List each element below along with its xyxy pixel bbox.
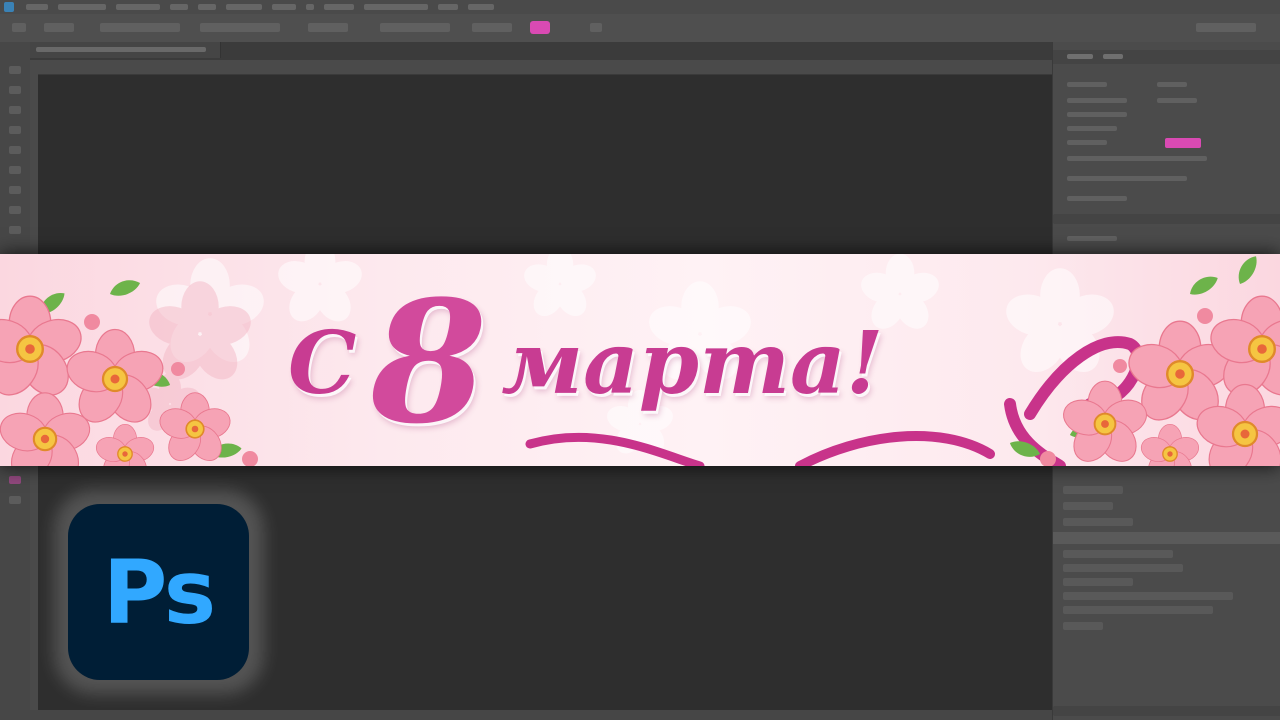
quick-mask-icon[interactable] (9, 496, 21, 504)
layer-row[interactable] (1063, 592, 1233, 600)
layer-row[interactable] (1063, 622, 1103, 630)
horizontal-ruler (38, 60, 1052, 75)
selected-layer-row[interactable] (1053, 532, 1280, 544)
crop-tool-icon[interactable] (9, 126, 21, 134)
text-align-buttons[interactable] (472, 23, 512, 32)
document-tab-title (36, 47, 206, 52)
greeting-number: 8 (370, 263, 488, 461)
photoshop-logo: Ps (68, 504, 249, 680)
panel-tabs[interactable] (1053, 50, 1280, 64)
stamp-tool-icon[interactable] (9, 186, 21, 194)
move-tool-icon[interactable] (9, 66, 21, 74)
brush-tool-icon[interactable] (9, 166, 21, 174)
font-family-select[interactable] (100, 23, 180, 32)
text-color-swatch[interactable] (530, 21, 550, 34)
menu-items-blurred (26, 2, 494, 10)
layer-row[interactable] (1063, 486, 1123, 494)
layer-row[interactable] (1063, 502, 1113, 510)
tool-preset-picker[interactable] (44, 23, 74, 32)
font-size-select[interactable] (308, 23, 348, 32)
photoshop-app-icon[interactable] (4, 2, 14, 12)
foreground-color-icon[interactable] (9, 476, 21, 484)
eyedropper-tool-icon[interactable] (9, 146, 21, 154)
warp-text-icon[interactable] (590, 23, 602, 32)
march-8-banner: С 8 марта! (0, 254, 1280, 466)
menu-bar (0, 0, 1280, 14)
layer-row[interactable] (1063, 550, 1173, 558)
status-bar (30, 710, 1052, 720)
workspace-icons[interactable] (1196, 23, 1256, 32)
font-style-select[interactable] (200, 23, 280, 32)
layer-row[interactable] (1063, 564, 1183, 572)
layer-row[interactable] (1063, 606, 1213, 614)
layer-row[interactable] (1063, 578, 1133, 586)
layer-row[interactable] (1063, 518, 1133, 526)
pen-tool-icon[interactable] (9, 226, 21, 234)
text-color-swatch-panel[interactable] (1165, 138, 1201, 148)
photoshop-logo-text: Ps (102, 540, 216, 644)
eraser-tool-icon[interactable] (9, 206, 21, 214)
layers-panel-tabs[interactable] (1053, 214, 1280, 224)
options-bar (0, 14, 1280, 43)
lasso-tool-icon[interactable] (9, 106, 21, 114)
document-tab[interactable] (30, 42, 221, 58)
banner-title: С 8 марта! (288, 274, 883, 454)
layers-footer-buttons[interactable] (1053, 706, 1280, 716)
greeting-prefix: С (288, 313, 357, 414)
home-icon[interactable] (12, 23, 26, 32)
marquee-tool-icon[interactable] (9, 86, 21, 94)
greeting-word: марта! (501, 313, 884, 414)
antialias-select[interactable] (380, 23, 450, 32)
